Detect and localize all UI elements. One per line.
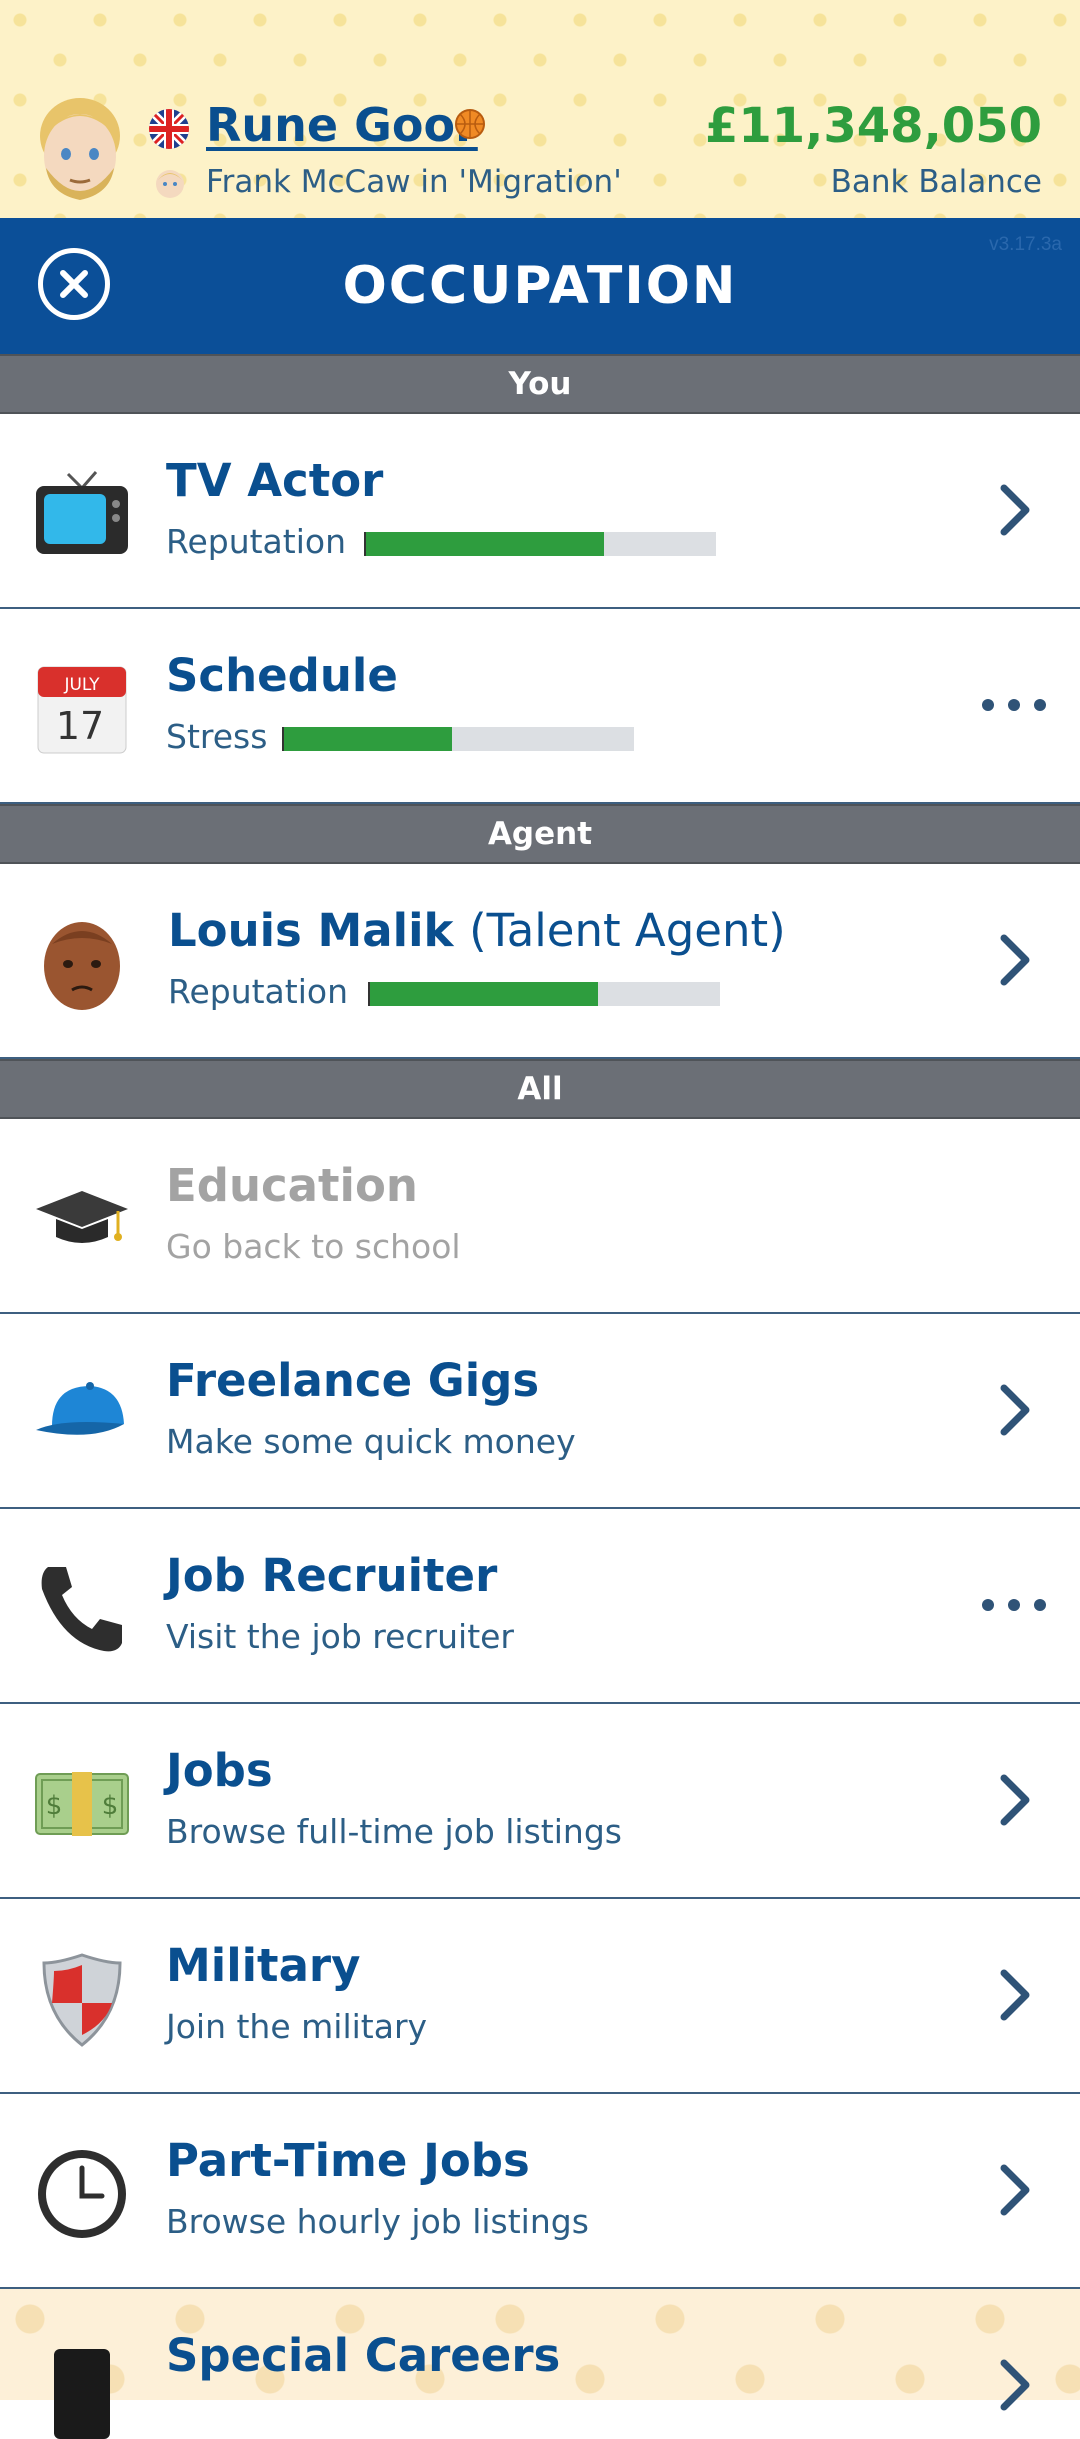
chevron-right-icon [1000, 1969, 1030, 2021]
section-header-agent: Agent [0, 804, 1080, 864]
freelance-gigs-subtitle: Make some quick money [166, 1422, 576, 1461]
baseball-cap-icon [36, 1382, 124, 1435]
money-icon: $ $ [35, 1772, 129, 1836]
job-recruiter-subtitle: Visit the job recruiter [166, 1617, 514, 1656]
chevron-right-icon [1000, 484, 1030, 536]
section-header-all: All [0, 1059, 1080, 1119]
title-bar: OCCUPATION v3.17.3a [0, 218, 1080, 354]
calendar-month: JULY [63, 675, 100, 695]
current-job-row[interactable]: TV Actor Reputation [0, 414, 1080, 609]
agent-reputation-label: Reputation [168, 972, 348, 1011]
agent-avatar-icon [44, 922, 120, 1010]
agent-name: Louis Malik [168, 904, 454, 957]
basketball-icon [455, 109, 485, 139]
military-row[interactable]: Military Join the military [0, 1899, 1080, 2094]
baby-face-icon [156, 170, 184, 198]
agent-name-line: Louis Malik (Talent Agent) [168, 904, 786, 957]
reputation-label: Reputation [166, 522, 346, 561]
special-careers-row[interactable]: Special Careers [0, 2289, 1080, 2439]
job-recruiter-row[interactable]: Job Recruiter Visit the job recruiter [0, 1509, 1080, 1704]
part-time-jobs-subtitle: Browse hourly job listings [166, 2202, 589, 2241]
part-time-jobs-row[interactable]: Part-Time Jobs Browse hourly job listing… [0, 2094, 1080, 2289]
stress-bar [282, 727, 634, 751]
character-name-link[interactable]: Rune Goor [206, 98, 478, 152]
freelance-gigs-row[interactable]: Freelance Gigs Make some quick money [0, 1314, 1080, 1509]
section-header-you: You [0, 354, 1080, 414]
education-title: Education [166, 1159, 418, 1212]
schedule-row[interactable]: JULY 17 Schedule Stress [0, 609, 1080, 804]
uk-flag-icon [149, 109, 189, 149]
svg-text:$: $ [46, 1791, 63, 1821]
top-hat-icon [54, 2349, 110, 2439]
chevron-right-icon [1000, 2164, 1030, 2216]
agent-reputation-bar [368, 982, 720, 1006]
special-careers-title: Special Careers [166, 2329, 561, 2382]
agent-row[interactable]: Louis Malik (Talent Agent) Reputation [0, 864, 1080, 1059]
jobs-subtitle: Browse full-time job listings [166, 1812, 622, 1851]
version-label: v3.17.3a [989, 234, 1062, 255]
jobs-title: Jobs [166, 1744, 273, 1797]
svg-text:$: $ [102, 1791, 119, 1821]
agent-reputation-bar-fill [370, 982, 598, 1006]
bank-balance-value: £11,348,050 [704, 98, 1042, 154]
chevron-right-icon [1000, 2359, 1030, 2411]
stress-label: Stress [166, 717, 268, 756]
education-row[interactable]: Education Go back to school [0, 1119, 1080, 1314]
part-time-jobs-title: Part-Time Jobs [166, 2134, 530, 2187]
calendar-icon: JULY 17 [37, 666, 127, 754]
bank-balance-label: Bank Balance [830, 164, 1042, 200]
agent-role: (Talent Agent) [469, 904, 786, 957]
jobs-row[interactable]: $ $ Jobs Browse full-time job listings [0, 1704, 1080, 1899]
more-options-icon [982, 699, 1046, 711]
character-subtitle: Frank McCaw in 'Migration' [206, 164, 622, 200]
stress-bar-fill [284, 727, 452, 751]
job-recruiter-title: Job Recruiter [166, 1549, 498, 1602]
more-options-icon [982, 1599, 1046, 1611]
clock-icon [38, 2150, 126, 2238]
military-title: Military [166, 1939, 361, 1992]
freelance-gigs-title: Freelance Gigs [166, 1354, 540, 1407]
reputation-bar-fill [366, 532, 604, 556]
phone-icon [41, 1567, 122, 1652]
military-subtitle: Join the military [166, 2007, 428, 2046]
schedule-title: Schedule [166, 649, 398, 702]
education-subtitle: Go back to school [166, 1227, 461, 1266]
page-title: OCCUPATION [342, 256, 738, 316]
current-job-title: TV Actor [166, 454, 384, 507]
profile-header: Rune Goor Frank McCaw in 'Migration' £11… [0, 0, 1080, 218]
calendar-day: 17 [56, 704, 104, 748]
reputation-bar [364, 532, 716, 556]
character-avatar-icon[interactable] [30, 96, 130, 206]
tv-icon [36, 471, 128, 554]
shield-icon [42, 1953, 122, 2047]
chevron-right-icon [1000, 1774, 1030, 1826]
graduation-cap-icon [36, 1191, 128, 1243]
chevron-right-icon [1000, 1384, 1030, 1436]
chevron-right-icon [1000, 934, 1030, 986]
